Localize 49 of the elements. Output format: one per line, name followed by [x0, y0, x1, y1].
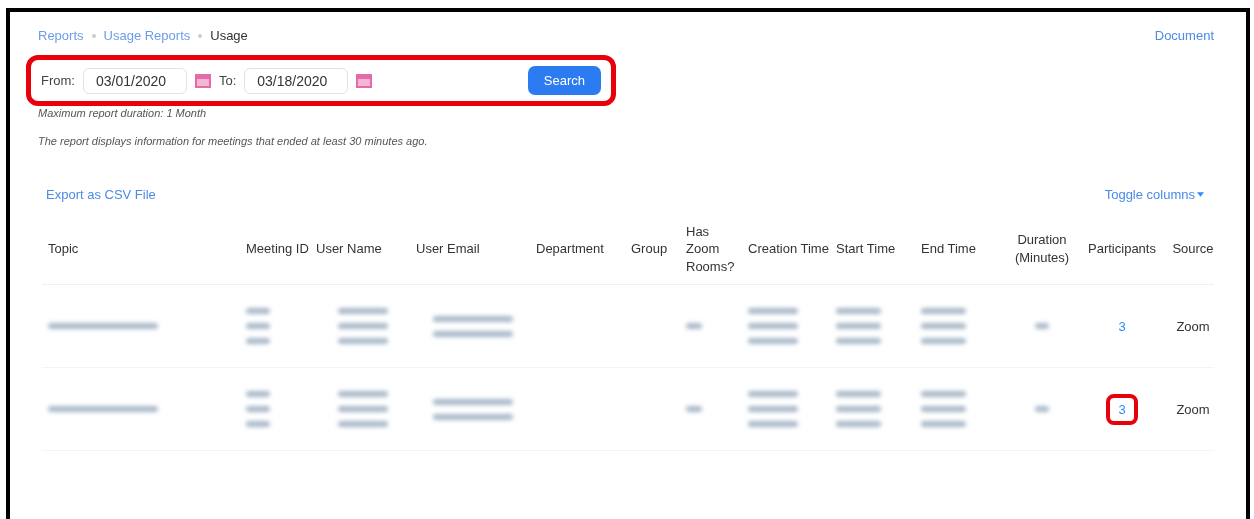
- blurred-text: [921, 308, 966, 344]
- report-note: Maximum report duration: 1 Month: [37, 107, 208, 119]
- breadcrumb-link[interactable]: Usage Reports: [103, 28, 191, 43]
- breadcrumb-separator: [198, 33, 203, 38]
- blurred-text: [1035, 406, 1049, 412]
- column-header: Source: [1171, 240, 1215, 258]
- document-link[interactable]: Document: [1154, 28, 1214, 43]
- column-header: Meeting ID: [245, 240, 310, 258]
- from-date-field[interactable]: 03/01/2020: [82, 67, 187, 94]
- column-header: Duration (Minutes): [1013, 231, 1071, 267]
- blurred-text: [686, 406, 702, 412]
- calendar-icon[interactable]: [356, 73, 373, 88]
- column-header: Start Time: [835, 240, 897, 258]
- participants-link[interactable]: 3: [1106, 310, 1138, 342]
- blurred-text: [246, 391, 270, 427]
- from-label: From:: [41, 73, 75, 88]
- column-header: User Email: [415, 240, 481, 258]
- blurred-text: [836, 308, 881, 344]
- column-header: Has Zoom Rooms?: [685, 222, 736, 276]
- column-header: End Time: [920, 240, 977, 258]
- blurred-text: [338, 391, 388, 427]
- column-header: Group: [630, 240, 669, 258]
- export-csv-link[interactable]: Export as CSV File: [46, 187, 156, 202]
- table-cell: Zoom: [1176, 401, 1210, 417]
- toggle-columns-dropdown[interactable]: Toggle columns: [1104, 187, 1204, 202]
- calendar-icon[interactable]: [194, 73, 211, 88]
- column-header: Department: [535, 240, 605, 258]
- column-header: User Name: [315, 240, 383, 258]
- table-cell: Zoom: [1176, 318, 1210, 334]
- to-label: To:: [218, 73, 237, 88]
- blurred-text: [748, 308, 798, 344]
- breadcrumb-separator: [91, 33, 96, 38]
- blurred-text: [338, 308, 388, 344]
- blurred-text: [1035, 323, 1049, 329]
- to-date-field[interactable]: 03/18/2020: [244, 67, 349, 94]
- search-button[interactable]: Search: [527, 66, 601, 95]
- column-header: Participants: [1087, 240, 1157, 258]
- blurred-text: [686, 323, 702, 329]
- column-header: Creation Time: [747, 240, 830, 258]
- breadcrumb-link[interactable]: Usage: [210, 28, 248, 43]
- report-note: The report displays information for meetings that ended at least 30 minutes ago.: [37, 135, 429, 147]
- breadcrumb-link[interactable]: Reports: [38, 28, 84, 43]
- blurred-text: [748, 391, 798, 427]
- column-header: Topic: [47, 240, 80, 258]
- participants-link[interactable]: 3: [1106, 393, 1138, 425]
- caret-icon: [1197, 192, 1204, 197]
- blurred-text: [836, 391, 881, 427]
- blurred-text: [246, 308, 270, 344]
- blurred-text: [921, 391, 966, 427]
